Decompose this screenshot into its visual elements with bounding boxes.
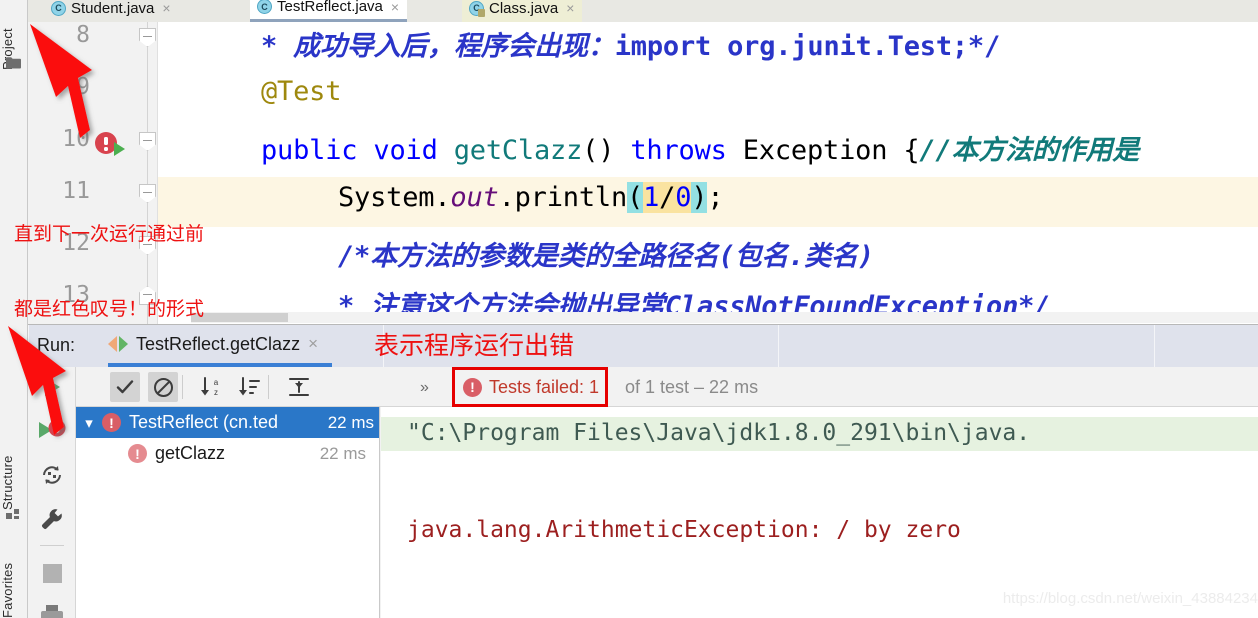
- code-line-12: /*本方法的参数是类的全路径名(包名.类名): [338, 234, 874, 273]
- java-class-locked-icon: C: [469, 0, 485, 17]
- console-output[interactable]: "C:\Program Files\Java\jdk1.8.0_291\bin\…: [381, 407, 1258, 618]
- run-tool-window: Run: TestReflect.getClazz × 9: [0, 324, 1258, 618]
- annotation-run-note: 表示程序运行出错: [374, 332, 575, 360]
- close-icon[interactable]: ×: [391, 0, 399, 15]
- editor-tab-testreflect[interactable]: C TestReflect.java ×: [250, 0, 408, 22]
- error-icon: !: [128, 444, 147, 463]
- code-token: getClazz: [453, 135, 583, 166]
- console-command-line: "C:\Program Files\Java\jdk1.8.0_291\bin\…: [407, 420, 1031, 446]
- hide-ignored-toggle[interactable]: [148, 372, 178, 402]
- svg-text:a: a: [214, 378, 219, 387]
- code-token: public: [261, 135, 358, 166]
- table-row[interactable]: ▾ ! TestReflect (cn.ted 22 ms: [76, 407, 379, 438]
- code-token: System.: [338, 182, 451, 213]
- code-line-9: @Test: [261, 76, 341, 107]
- annotation-arrow-gutter: [30, 24, 92, 138]
- editor-horizontal-scrollbar[interactable]: [191, 312, 1258, 323]
- print-button[interactable]: [32, 595, 72, 618]
- test-class-name: TestReflect (cn.ted: [129, 412, 279, 432]
- code-token: (: [627, 182, 644, 213]
- code-token: out: [450, 182, 499, 213]
- code-token: @Test: [261, 76, 342, 107]
- code-line-10: public void getClazz() throws Exception …: [261, 128, 1139, 167]
- error-icon: !: [102, 413, 121, 432]
- annotation-gutter-note: 直到下一次运行通过前 都是红色叹号！的形式: [14, 172, 204, 347]
- test-summary-text: of 1 test – 22 ms: [625, 377, 759, 397]
- console-exception-line: java.lang.ArithmeticException: / by zero: [407, 517, 961, 543]
- code-token: .println: [498, 182, 628, 213]
- watermark: https://blog.csdn.net/weixin_43884234: [1002, 590, 1258, 607]
- close-icon[interactable]: ×: [566, 0, 574, 16]
- code-token: /*本方法的参数是类的全路径名(包名.类名): [338, 241, 874, 272]
- svg-text:z: z: [214, 388, 218, 397]
- structure-icon[interactable]: [6, 508, 21, 521]
- sort-alphabetically-button[interactable]: a z: [196, 372, 226, 402]
- code-token: /: [659, 182, 676, 213]
- close-icon[interactable]: ×: [308, 334, 318, 354]
- code-token: (): [582, 135, 615, 166]
- annotation-line-2: 都是红色叹号！的形式: [14, 299, 205, 320]
- code-token: import org.junit.Test;*/: [614, 31, 1001, 62]
- run-test-toolbar: a z » ! Tests failed: 1 of 1 test – 22 m…: [76, 367, 1258, 407]
- editor-tab-label: TestReflect.java: [277, 0, 383, 15]
- sort-by-duration-button[interactable]: [234, 372, 264, 402]
- test-duration: 22 ms: [327, 412, 374, 432]
- annotation-line-1: 直到下一次运行通过前: [14, 224, 205, 245]
- code-token: * 成功导入后，程序会出现：: [261, 31, 615, 62]
- editor-tab-label: Class.java: [489, 0, 559, 17]
- stop-button[interactable]: [32, 553, 72, 593]
- editor-tab-bar: C Student.java × C TestReflect.java × C …: [28, 0, 1258, 22]
- error-icon: !: [463, 377, 482, 397]
- toolbar-overflow-button[interactable]: »: [420, 379, 429, 397]
- folder-icon[interactable]: [6, 56, 21, 69]
- show-passed-toggle[interactable]: [110, 372, 140, 402]
- tests-failed-status: ! Tests failed: 1: [452, 367, 609, 407]
- editor-tab-label: Student.java: [71, 0, 155, 17]
- sidebar-item-favorites[interactable]: Favorites: [0, 546, 28, 618]
- test-method-name: getClazz: [155, 443, 226, 463]
- code-token: ;: [707, 182, 724, 213]
- code-token: ): [691, 182, 708, 213]
- code-token: 1: [643, 182, 660, 213]
- settings-button[interactable]: [32, 499, 72, 539]
- code-token: {: [903, 135, 920, 166]
- editor-tab-class[interactable]: C Class.java ×: [462, 0, 583, 22]
- code-token: void: [373, 135, 438, 166]
- code-line-11: System.out.println(1/0);: [338, 182, 724, 213]
- toggle-auto-test-button[interactable]: [32, 455, 72, 495]
- test-results-tree[interactable]: ▾ ! TestReflect (cn.ted 22 ms ! getClazz…: [76, 407, 380, 618]
- java-class-icon: C: [257, 0, 272, 14]
- code-token: //本方法的作用是: [919, 135, 1140, 166]
- code-editor[interactable]: 8 9 10 11 12 13 * 成功导入后，程序会出现：import org…: [28, 22, 1258, 324]
- code-token: Exception: [742, 135, 888, 166]
- code-token: throws: [630, 135, 727, 166]
- code-token: 0: [675, 182, 692, 213]
- status-badge: Tests failed: 1: [489, 376, 600, 397]
- java-class-icon: C: [51, 0, 66, 16]
- table-row[interactable]: ! getClazz 22 ms: [76, 438, 379, 469]
- scrollbar-thumb[interactable]: [191, 313, 288, 322]
- close-icon[interactable]: ×: [162, 0, 170, 16]
- code-line-8: * 成功导入后，程序会出现：import org.junit.Test;*/: [261, 24, 1000, 63]
- test-duration: 22 ms: [319, 443, 366, 463]
- expand-all-button[interactable]: [284, 372, 314, 402]
